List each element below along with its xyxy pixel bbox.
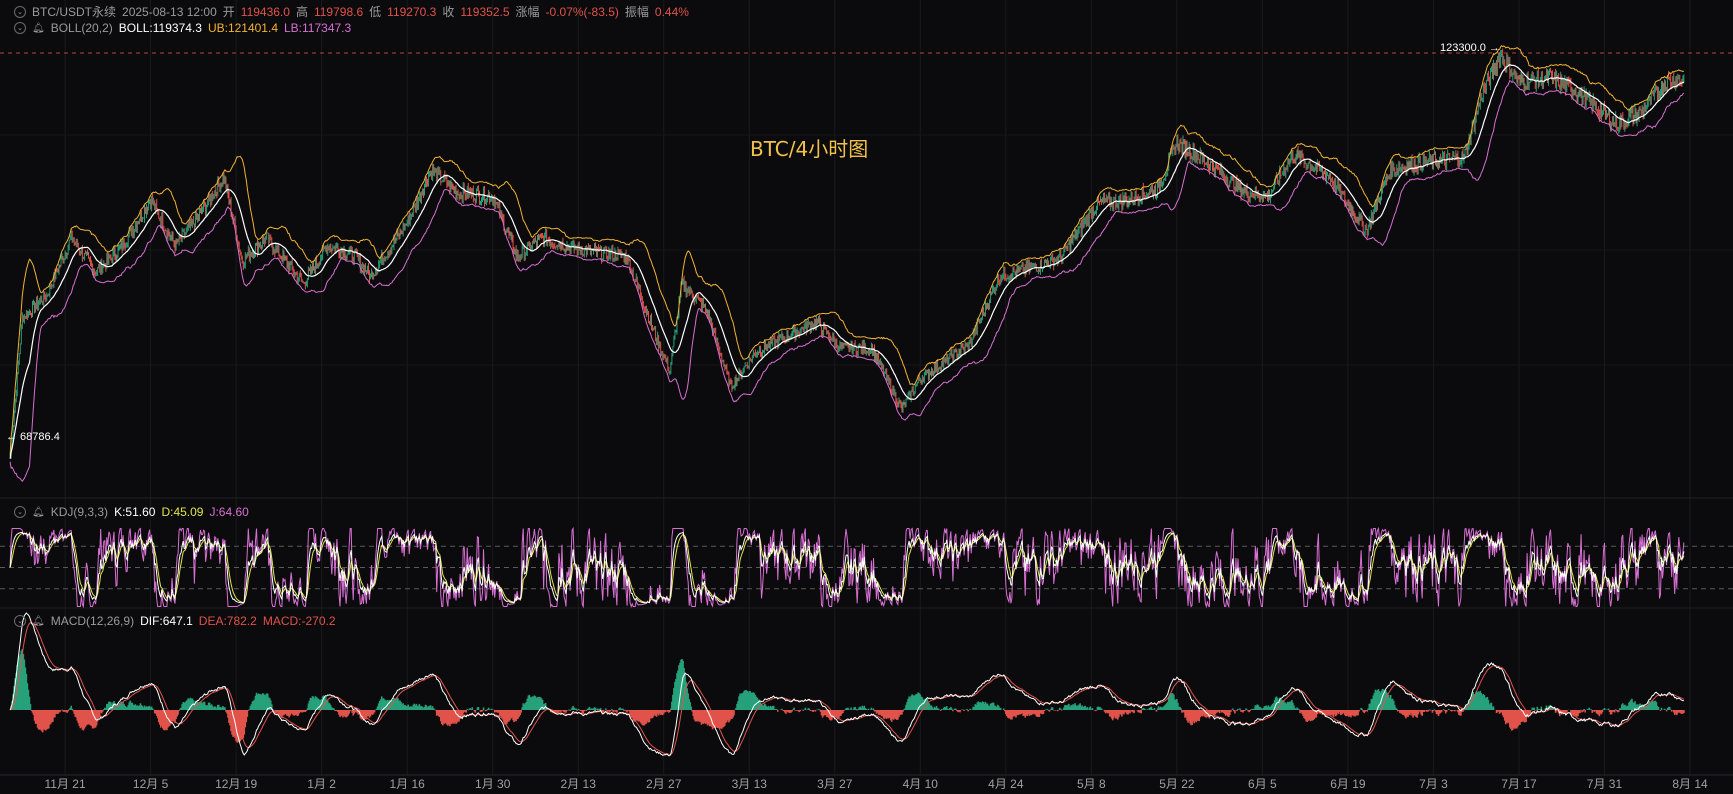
collapse-chevron-icon[interactable]: ⌄ [14,22,26,34]
x-tick-label: 5月 8 [1077,777,1106,791]
kdj-k-value: K:51.60 [114,505,156,519]
kdj-legend: ⌄ 🔔︎ KDJ(9,3,3) K:51.60 D:45.09 J:64.60 [14,505,249,519]
collapse-chevron-icon[interactable]: ⌄ [14,506,26,518]
alert-bell-icon[interactable]: 🔔︎ [32,507,45,518]
x-axis: 11月 21 12月 5 12月 19 1月 2 1月 16 1月 30 2月 13 2月 2… [45,777,1708,791]
x-tick-label: 4月 10 [903,777,939,791]
alert-bell-icon[interactable]: 🔔︎ [32,23,45,34]
x-tick-label: 6月 5 [1248,777,1277,791]
x-tick-label: 4月 24 [988,777,1024,791]
x-tick-label: 12月 19 [215,777,257,791]
ohlc-legend: ⌄ BTC/USDT永续 2025-08-13 12:00 开 119436.0… [14,3,689,20]
boll-mid-value: BOLL:119374.3 [118,21,202,35]
x-tick-label: 3月 13 [732,777,768,791]
macd-hist-value: MACD:-270.2 [262,614,336,628]
collapse-chevron-icon[interactable]: ⌄ [14,5,26,18]
x-tick-label: 3月 27 [817,777,853,791]
x-tick-label: 6月 19 [1330,777,1366,791]
amplitude-label: 振幅 [624,5,649,19]
high-price-tag: 123300.0 → [1440,42,1500,54]
x-tick-label: 1月 2 [307,777,336,791]
high-value: 119798.6 [313,4,364,19]
datetime-label: 2025-08-13 12:00 [122,4,217,19]
x-tick-label: 7月 17 [1501,777,1537,791]
x-tick-label: 12月 5 [133,777,169,791]
x-tick-label: 7月 3 [1419,777,1448,791]
kdj-name: KDJ(9,3,3) [50,505,109,519]
boll-upper-line [9,44,1685,456]
boll-legend: ⌄ 🔔︎ BOLL(20,2) BOLL:119374.3 UB:121401.… [14,21,351,35]
grid [0,0,1733,776]
low-price-tag: ← 68786.4 [6,431,60,443]
boll-mid-line [9,64,1685,459]
chart-title: BTC/4小时图 [750,137,869,161]
kdj-d-value: D:45.09 [161,505,204,519]
x-tick-label: 5月 22 [1159,777,1195,791]
x-tick-label: 2月 27 [646,777,682,791]
kdj-j-value: J:64.60 [209,505,249,519]
high-label: 高 [295,5,308,19]
macd-dif-value: DIF:647.1 [140,614,193,628]
macd-pane [9,612,1685,757]
x-tick-label: 11月 21 [45,777,86,791]
boll-lb-value: LB:117347.3 [284,21,352,35]
amplitude-value: 0.44% [654,4,689,19]
x-tick-label: 2月 13 [561,777,597,791]
close-value: 119352.5 [460,4,510,19]
macd-dea-value: DEA:782.2 [198,614,257,628]
alert-bell-icon[interactable]: 🔔︎ [32,616,45,627]
open-label: 开 [222,5,235,19]
boll-name: BOLL(20,2) [50,21,113,35]
x-tick-label: 1月 30 [475,777,511,791]
x-tick-label: 7月 31 [1587,777,1623,791]
chart-canvas[interactable]: 11月 21 12月 5 12月 19 1月 2 1月 16 1月 30 2月 13 2月 2… [0,0,1733,794]
x-tick-label: 8月 14 [1672,777,1708,791]
x-tick-label: 1月 16 [389,777,425,791]
macd-legend: ⌄ 🔔︎ MACD(12,26,9) DIF:647.1 DEA:782.2 M… [14,614,336,628]
change-label: 涨幅 [515,5,540,19]
change-value: -0.07%(-83.5) [545,4,619,19]
kdj-pane [0,526,1733,609]
price-pane [0,44,1733,482]
low-value: 119270.3 [387,4,437,19]
symbol-label: BTC/USDT永续 [32,5,117,19]
open-value: 119436.0 [240,4,290,19]
collapse-chevron-icon[interactable]: ⌄ [14,615,26,627]
macd-name: MACD(12,26,9) [50,614,135,628]
boll-ub-value: UB:121401.4 [207,21,278,35]
macd-dea-line [9,622,1685,756]
macd-dif-line [9,612,1684,757]
low-label: 低 [369,5,382,19]
close-label: 收 [442,5,455,19]
